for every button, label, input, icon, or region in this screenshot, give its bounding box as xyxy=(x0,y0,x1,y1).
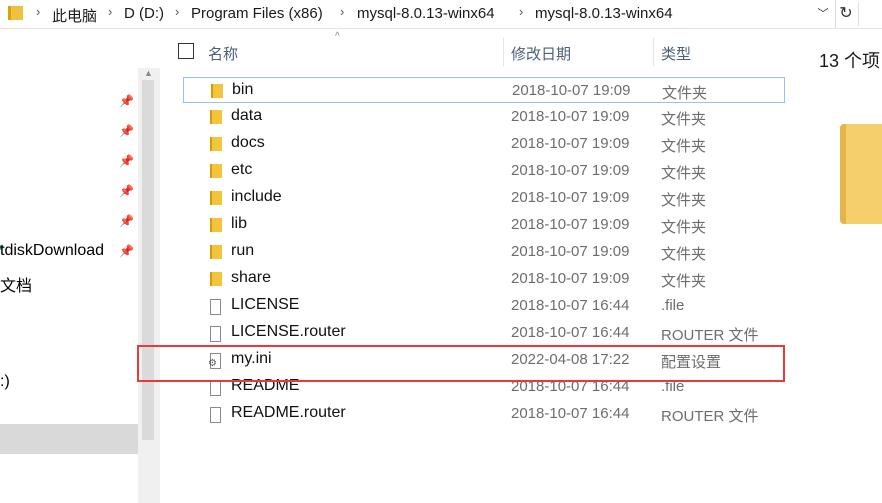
file-name: LICENSE xyxy=(231,296,300,313)
folder-icon xyxy=(8,6,23,20)
file-row[interactable]: etc 2018-10-07 19:09 文件夹 xyxy=(183,158,787,184)
breadcrumb-separator-icon[interactable]: › xyxy=(108,4,112,19)
folder-icon xyxy=(210,110,222,124)
chevron-down-icon[interactable]: ﹀ xyxy=(813,3,833,25)
file-name: etc xyxy=(231,161,253,178)
pin-icon[interactable]: 📌 xyxy=(119,124,134,138)
file-type: ROUTER 文件 xyxy=(661,327,759,344)
breadcrumb-this-pc[interactable]: 此电脑 xyxy=(52,5,97,26)
highlight-box xyxy=(137,345,785,382)
select-all-checkbox[interactable] xyxy=(178,43,194,59)
scroll-up-icon[interactable]: ▲ xyxy=(144,68,153,78)
nav-scrollbar[interactable]: ▲ xyxy=(138,68,160,503)
pin-icon[interactable]: 📌 xyxy=(119,214,134,228)
folder-icon xyxy=(211,84,223,98)
folder-icon xyxy=(210,191,222,205)
file-row[interactable]: share 2018-10-07 19:09 文件夹 xyxy=(183,266,787,292)
file-type: 文件夹 xyxy=(661,165,707,182)
pin-icon[interactable]: 📌 xyxy=(119,244,134,258)
file-icon xyxy=(210,299,221,315)
breadcrumb-separator-icon[interactable]: › xyxy=(519,4,523,19)
file-type: .file xyxy=(661,297,685,314)
file-type: 文件夹 xyxy=(661,273,707,290)
column-divider[interactable] xyxy=(653,38,654,66)
sort-ascending-icon: ^ xyxy=(335,31,340,42)
file-date: 2018-10-07 19:09 xyxy=(511,270,630,287)
file-row[interactable]: run 2018-10-07 19:09 文件夹 xyxy=(183,239,787,265)
item-count: 13 个项 xyxy=(819,51,881,71)
column-divider[interactable] xyxy=(503,38,504,66)
nav-item-tdiskdownload[interactable]: tdiskDownload xyxy=(0,242,104,260)
file-name: share xyxy=(231,269,272,286)
refresh-icon[interactable]: ↻ xyxy=(835,0,856,28)
file-name: include xyxy=(231,188,282,205)
file-date: 2018-10-07 19:09 xyxy=(511,243,630,260)
file-name: bin xyxy=(232,81,254,98)
breadcrumb-separator-icon[interactable]: › xyxy=(340,4,344,19)
file-row[interactable]: LICENSE 2018-10-07 16:44 .file xyxy=(183,293,787,319)
folder-icon xyxy=(210,137,222,151)
file-name: lib xyxy=(231,215,248,232)
file-icon xyxy=(210,380,221,396)
file-icon xyxy=(210,326,221,342)
folder-preview-icon xyxy=(840,124,882,224)
breadcrumb-separator-icon[interactable]: › xyxy=(175,4,179,19)
file-row[interactable]: data 2018-10-07 19:09 文件夹 xyxy=(183,104,787,130)
pin-icon[interactable]: 📌 xyxy=(119,154,134,168)
folder-icon xyxy=(210,218,222,232)
file-row[interactable]: docs 2018-10-07 19:09 文件夹 xyxy=(183,131,787,157)
breadcrumb-mysql-current[interactable]: mysql-8.0.13-winx64 xyxy=(535,5,673,22)
pin-icon[interactable]: 📌 xyxy=(119,184,134,198)
folder-icon xyxy=(210,164,222,178)
file-date: 2018-10-07 19:09 xyxy=(511,135,630,152)
file-type: 文件夹 xyxy=(661,138,707,155)
file-date: 2018-10-07 19:09 xyxy=(511,189,630,206)
file-row[interactable]: bin 2018-10-07 19:09 文件夹 xyxy=(183,77,785,103)
search-input[interactable] xyxy=(858,2,882,26)
nav-item-drive[interactable]: :) xyxy=(0,373,10,391)
nav-item-documents[interactable]: 文档 xyxy=(0,272,32,296)
nav-item-selected[interactable] xyxy=(0,424,138,454)
file-date: 2018-10-07 19:09 xyxy=(511,216,630,233)
address-bar[interactable]: › 此电脑 › D (D:) › Program Files (x86) › m… xyxy=(0,0,882,29)
breadcrumb-program-files[interactable]: Program Files (x86) xyxy=(191,5,323,22)
breadcrumb-mysql-parent[interactable]: mysql-8.0.13-winx64 xyxy=(357,5,495,22)
file-date: 2018-10-07 19:09 xyxy=(512,82,631,99)
file-type: 文件夹 xyxy=(662,85,708,102)
file-icon xyxy=(210,407,221,423)
file-date: 2018-10-07 19:09 xyxy=(511,108,630,125)
file-name: run xyxy=(231,242,255,259)
file-type: 文件夹 xyxy=(661,111,707,128)
file-name: README.router xyxy=(231,404,346,421)
file-date: 2018-10-07 19:09 xyxy=(511,162,630,179)
file-name: data xyxy=(231,107,263,124)
file-type: 文件夹 xyxy=(661,219,707,236)
breadcrumb-separator-icon[interactable]: › xyxy=(36,4,40,19)
pin-icon[interactable]: 📌 xyxy=(119,94,134,108)
column-header-date[interactable]: 修改日期 xyxy=(511,43,571,64)
file-date: 2018-10-07 16:44 xyxy=(511,324,630,341)
breadcrumb-drive-d[interactable]: D (D:) xyxy=(124,5,164,22)
column-header-name[interactable]: 名称 xyxy=(208,43,238,64)
file-row[interactable]: include 2018-10-07 19:09 文件夹 xyxy=(183,185,787,211)
file-date: 2018-10-07 16:44 xyxy=(511,297,630,314)
column-header-type[interactable]: 类型 xyxy=(661,43,691,64)
scroll-thumb[interactable] xyxy=(142,80,154,440)
file-name: LICENSE.router xyxy=(231,323,346,340)
file-type: ROUTER 文件 xyxy=(661,408,759,425)
file-name: docs xyxy=(231,134,265,151)
file-type: 文件夹 xyxy=(661,192,707,209)
file-row[interactable]: lib 2018-10-07 19:09 文件夹 xyxy=(183,212,787,238)
folder-icon xyxy=(210,245,222,259)
folder-icon xyxy=(210,272,222,286)
file-type: 文件夹 xyxy=(661,246,707,263)
file-row[interactable]: LICENSE.router 2018-10-07 16:44 ROUTER 文件 xyxy=(183,320,787,346)
file-date: 2018-10-07 16:44 xyxy=(511,405,630,422)
navigation-pane: 📌 📌 📌 📌 📌 📌 ▸ tdiskDownload 文档 :) ▲ xyxy=(0,28,160,503)
file-row[interactable]: README.router 2018-10-07 16:44 ROUTER 文件 xyxy=(183,401,787,427)
